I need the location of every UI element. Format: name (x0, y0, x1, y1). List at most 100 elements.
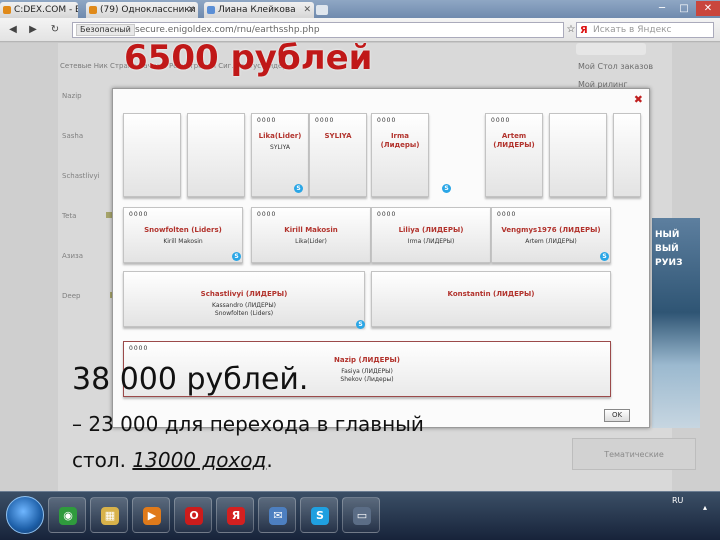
overlay-line-2: стол. 13000 доход. (72, 448, 273, 472)
taskbar-app[interactable]: Я (216, 497, 254, 533)
skype-icon[interactable]: S (232, 252, 241, 261)
slot-sub: Irma (ЛИДЕРЫ) (407, 238, 455, 245)
bookmark-star-icon[interactable]: ☆ (566, 23, 576, 37)
themes-tile[interactable]: Тематические (572, 438, 696, 470)
slot-cell[interactable]: Schastlivyi (ЛИДЕРЫ) Kassandro (ЛИДЕРЫ) … (123, 271, 365, 329)
taskbar-app[interactable]: ▭ (342, 497, 380, 533)
slot-dots: 0000 (491, 117, 511, 124)
taskbar-app[interactable]: ▦ (90, 497, 128, 533)
slot-name: Schastlivyi (ЛИДЕРЫ) (200, 290, 288, 298)
secure-badge: Безопасный (76, 24, 135, 36)
ok-button[interactable]: OK (604, 409, 630, 422)
slot-sub: Snowfolten (Liders) (214, 310, 274, 317)
slot-name: Liliya (ЛИДЕРЫ) (398, 226, 464, 234)
tab-label: (79) Одноклассники (100, 5, 196, 15)
site-favicon-icon (3, 6, 11, 14)
skype-icon[interactable]: S (600, 252, 609, 261)
yandex-browser-icon: Я (227, 507, 245, 525)
slot-name: Kirill Makosin (284, 226, 338, 234)
slot-name: Konstantin (ЛИДЕРЫ) (447, 290, 535, 298)
skype-icon[interactable]: S (356, 320, 365, 329)
taskbar-app[interactable]: S (300, 497, 338, 533)
folder-icon: ▦ (101, 507, 119, 525)
slot-cell[interactable] (613, 113, 641, 197)
slot-dots: 0000 (377, 117, 397, 124)
overlay-top-amount: 6500 рублей (124, 38, 373, 78)
slot-dots: 0000 (257, 117, 277, 124)
address-bar-input[interactable]: secure.enigoldex.com/rnu/earthsshp.php (72, 22, 564, 38)
slot-cell[interactable]: 0000 Irma (Лидеры) (371, 113, 429, 197)
slot-cell[interactable] (549, 113, 607, 197)
slot-cell[interactable]: 0000 SYLIYA S (294, 113, 367, 197)
search-placeholder: Искать в Яндекс (593, 25, 672, 35)
slot-cell[interactable]: 0000 Artem (ЛИДЕРЫ) S (442, 113, 543, 197)
slot-name: Snowfolten (Liders) (144, 226, 222, 234)
minimize-button[interactable]: ─ (652, 1, 672, 16)
tab-liana[interactable]: Лиана Клейкова ✕ (204, 2, 314, 18)
modal-header (113, 89, 649, 109)
slot-sub: Artem (ЛИДЕРЫ) (525, 238, 577, 245)
background-button[interactable] (576, 43, 646, 55)
skype-icon[interactable]: S (294, 184, 303, 193)
slot-dots: 0000 (497, 211, 517, 218)
tab-label: Лиана Клейкова (218, 5, 296, 15)
maximize-button[interactable]: □ (674, 1, 694, 16)
tab-close-icon[interactable]: ✕ (303, 2, 311, 18)
tab-bordex[interactable]: C:DEX.COM - Бор... (0, 2, 78, 18)
tab-odnoklassniki[interactable]: (79) Одноклассники ✕ (86, 2, 198, 18)
slot-name: SYLIYA (324, 132, 352, 140)
overlay-line-1: – 23 000 для перехода в главный (72, 412, 424, 436)
media-player-icon: ▶ (143, 507, 161, 525)
chrome-icon: ◉ (59, 507, 77, 525)
ad-text: НЫЙ ВЫЙ РУИЗ (655, 230, 683, 268)
skype-icon: S (311, 507, 329, 525)
slot-dots: 0000 (129, 345, 149, 352)
slot-dots: 0000 (129, 211, 149, 218)
yandex-search-input[interactable]: Я Искать в Яндекс (576, 22, 714, 38)
tab-close-icon[interactable]: ✕ (187, 2, 195, 18)
address-url: secure.enigoldex.com/rnu/earthsshp.php (135, 25, 320, 35)
slot-name: Lika(Lider) (258, 132, 302, 140)
tray-expand-icon[interactable]: ▴ (690, 494, 720, 538)
slot-sub: Kassandro (ЛИДЕРЫ) (211, 302, 277, 309)
slot-name: Artem (ЛИДЕРЫ) (493, 132, 535, 149)
slot-sub: Lika(Lider) (295, 238, 327, 245)
slot-cell[interactable]: 0000 Snowfolten (Liders) Kirill Makosin … (123, 207, 243, 263)
slot-dots: 0000 (315, 117, 335, 124)
tab-label: C:DEX.COM - Бор... (14, 5, 78, 15)
slot-name: Vengmys1976 (ЛИДЕРЫ) (501, 226, 601, 234)
slot-sub: SYLIYA (270, 144, 290, 151)
new-tab-button[interactable] (316, 5, 328, 15)
opera-icon: O (185, 507, 203, 525)
taskbar-app[interactable]: ▶ (132, 497, 170, 533)
slot-cell[interactable]: 0000 Liliya (ЛИДЕРЫ) Irma (ЛИДЕРЫ) (371, 207, 491, 263)
taskbar-app[interactable]: ✉ (258, 497, 296, 533)
slot-cell[interactable]: 0000 Vengmys1976 (ЛИДЕРЫ) Artem (ЛИДЕРЫ)… (491, 207, 611, 263)
modal-close-icon[interactable]: ✖ (634, 93, 643, 106)
page-favicon-icon (207, 6, 215, 14)
browser-tab-bar: C:DEX.COM - Бор... (79) Одноклассники ✕ … (0, 0, 720, 18)
slot-cell[interactable]: 0000 Kirill Makosin Lika(Lider) (251, 207, 371, 263)
close-window-button[interactable]: ✕ (696, 1, 720, 16)
table-row[interactable]: Teta (62, 212, 117, 220)
forward-button[interactable]: ▶ (24, 23, 42, 37)
taskbar-app[interactable]: ◉ (48, 497, 86, 533)
slot-name: Irma (Лидеры) (380, 132, 420, 149)
start-button[interactable] (6, 496, 44, 534)
slot-cell[interactable] (187, 113, 245, 197)
slot-cell[interactable] (123, 113, 181, 197)
slot-sub: Kirill Makosin (163, 238, 203, 245)
reload-button[interactable]: ↻ (46, 23, 64, 37)
slot-cell[interactable]: Konstantin (ЛИДЕРЫ) (371, 271, 611, 327)
back-button[interactable]: ◀ (4, 23, 22, 37)
slot-dots: 0000 (377, 211, 397, 218)
yandex-logo-icon: Я (580, 25, 588, 36)
language-indicator[interactable]: RU (672, 496, 683, 505)
overlay-amount-38000: 38 000 рублей. (72, 362, 309, 397)
ok-favicon-icon (89, 6, 97, 14)
right-link[interactable]: Мой Стол заказов (578, 62, 653, 71)
skype-icon[interactable]: S (442, 184, 451, 193)
taskbar-app[interactable]: O (174, 497, 212, 533)
cruise-ad-banner[interactable]: НЫЙ ВЫЙ РУИЗ (652, 218, 700, 428)
overlay-income: 13000 доход (132, 448, 267, 472)
